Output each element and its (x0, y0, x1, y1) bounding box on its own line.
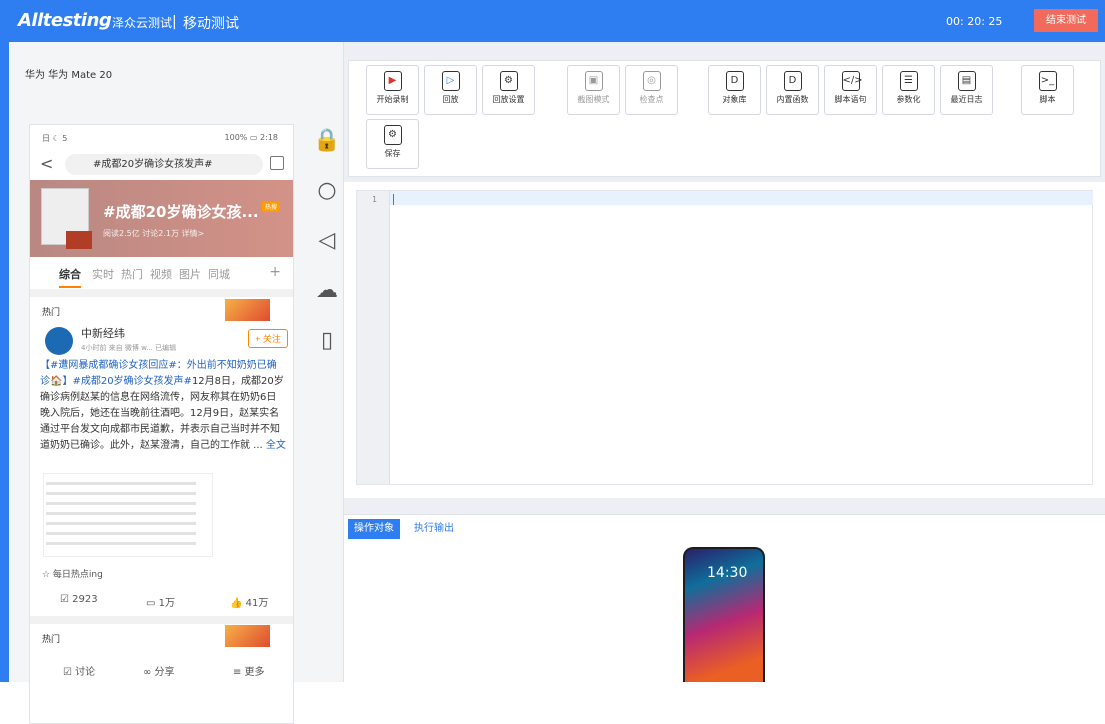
repost-count[interactable]: ☑ 2923 (60, 594, 98, 605)
left-accent-bar (0, 42, 9, 682)
checkpoint-button[interactable]: ◎ 检查点 (625, 65, 678, 115)
terminal-icon: >_ (1038, 71, 1057, 91)
param-icon: ☰ (899, 71, 918, 91)
banner-stats: 阅读2.5亿 讨论2.1万 详情> (103, 229, 205, 238)
post-meta: 4小时前 来自 微博 w... 已编辑 (81, 344, 177, 352)
start-record-button[interactable]: ▶ 开始录制 (366, 65, 419, 115)
parameterize-button[interactable]: ☰ 参数化 (882, 65, 935, 115)
line-number: 1 (372, 195, 378, 204)
follow-button[interactable]: + 关注 (248, 329, 288, 348)
lock-icon[interactable]: 🔒 (309, 122, 345, 158)
object-library-button[interactable]: D 对象库 (708, 65, 761, 115)
tab-1[interactable]: 实时 (92, 266, 114, 282)
panel-separator[interactable] (344, 498, 1105, 514)
object-icon: D (725, 71, 744, 91)
post-text: 【#遭网暴成都确诊女孩回应#：外出前不知奶奶已确诊🏠】#成都20岁确诊女孩发声#… (40, 360, 286, 451)
back-nav-icon[interactable]: ◁ (309, 222, 345, 258)
checkpoint-icon: ◎ (642, 71, 661, 91)
add-tab-icon[interactable]: + (269, 264, 281, 280)
screenshot-mode-button[interactable]: ▣ 截图模式 (567, 65, 620, 115)
current-line-highlight (390, 191, 1093, 205)
post-more-link[interactable]: 全文 (266, 440, 286, 451)
like-count[interactable]: 👍 41万 (230, 594, 268, 609)
status-left: 日 ☾ 5 (42, 134, 68, 143)
bottom-bar: ☑ 讨论 ∞ 分享 ≡ 更多 (30, 655, 293, 685)
log-icon: ▤ (957, 71, 976, 91)
feed-tabs: 综合 实时 热门 视频 图片 同城 + (30, 259, 293, 289)
brand-logo: Alltesting (18, 10, 112, 31)
script-statement-button[interactable]: </> 脚本语句 (824, 65, 877, 115)
code-icon: </> (841, 71, 863, 91)
decoration-image (225, 299, 270, 321)
text-cursor (393, 194, 394, 205)
edit-icon[interactable] (270, 156, 284, 170)
post-author[interactable]: 中新经纬 (81, 325, 125, 341)
section-divider (30, 289, 293, 297)
section-hot-label: 热门 (42, 308, 61, 318)
section-hot-label-2: 热门 (42, 635, 61, 645)
decoration-image (225, 625, 270, 647)
tab-operation-objects[interactable]: 操作对象 (348, 519, 400, 539)
brand-chinese: 泽众云测试 (112, 16, 173, 30)
record-icon: ▶ (383, 71, 402, 91)
end-test-button[interactable]: 结束测试 (1034, 9, 1098, 32)
test-timer: 00: 20: 25 (946, 15, 1003, 28)
module-title: 移动测试 (183, 16, 239, 32)
upload-icon[interactable]: ☁ (309, 272, 345, 308)
more-button[interactable]: ≡ 更多 (233, 663, 265, 678)
banner-title: #成都20岁确诊女孩... (103, 203, 259, 221)
tab-execution-output[interactable]: 执行输出 (408, 519, 460, 539)
daily-hot-label[interactable]: ☆ 每日热点ing (42, 567, 103, 580)
function-icon: D (783, 71, 802, 91)
settings-icon: ⚙ (499, 71, 518, 91)
save-icon: ⚙ (383, 125, 402, 145)
section-divider (30, 616, 293, 624)
device-controls: 🔒 ○ ◁ ☁ ▯ (309, 122, 345, 372)
search-input[interactable]: #成都20岁确诊女孩发声# (65, 154, 263, 175)
replay-settings-button[interactable]: ⚙ 回放设置 (482, 65, 535, 115)
recent-logs-button[interactable]: ▤ 最近日志 (940, 65, 993, 115)
tab-4[interactable]: 图片 (179, 266, 201, 282)
phone-screen[interactable]: 日 ☾ 5 100% ▭ 2:18 < #成都20岁确诊女孩发声# #成都20岁… (29, 124, 294, 724)
script-button[interactable]: >_ 脚本 (1021, 65, 1074, 115)
replay-button[interactable]: ▷ 回放 (424, 65, 477, 115)
tab-5[interactable]: 同城 (208, 266, 230, 282)
app-header: Alltesting 泽众云测试 | 移动测试 00: 20: 25 结束测试 (0, 0, 1105, 42)
home-icon[interactable]: ○ (309, 172, 345, 208)
banner-thumbnail (41, 188, 92, 249)
avatar[interactable] (45, 327, 73, 355)
tab-0[interactable]: 综合 (59, 266, 81, 288)
comment-count[interactable]: ▭ 1万 (146, 594, 175, 609)
device-name: 华为 华为 Mate 20 (25, 70, 113, 81)
hot-badge: 热搜 (262, 202, 280, 212)
phone-status-bar: 日 ☾ 5 100% ▭ 2:18 (30, 125, 293, 149)
save-button[interactable]: ⚙ 保存 (366, 119, 419, 169)
topic-banner[interactable]: #成都20岁确诊女孩... 热搜 阅读2.5亿 讨论2.1万 详情> (30, 180, 293, 257)
search-row: < #成都20岁确诊女孩发声# (30, 149, 293, 178)
device-panel: 华为 华为 Mate 20 日 ☾ 5 100% ▭ 2:18 < #成都20岁… (9, 42, 345, 724)
tab-3[interactable]: 视频 (150, 266, 172, 282)
screen-off-icon[interactable]: ▯ (309, 322, 345, 358)
tab-2[interactable]: 热门 (121, 266, 143, 282)
post-actions: ☑ 2923 ▭ 1万 👍 41万 (30, 588, 293, 614)
image-icon: ▣ (584, 71, 603, 91)
post-image[interactable] (43, 473, 213, 557)
script-editor[interactable]: 1 (356, 190, 1093, 485)
script-toolbar: ▶ 开始录制 ▷ 回放 ⚙ 回放设置 ▣ 截图模式 ◎ 检查点 D 对象库 D 内置函数 </… (348, 60, 1101, 177)
builtin-functions-button[interactable]: D 内置函数 (766, 65, 819, 115)
status-right: 100% ▭ 2:18 (224, 133, 278, 142)
editor-gutter: 1 (357, 191, 390, 484)
play-icon: ▷ (441, 71, 460, 91)
device-preview[interactable]: 14:30 (683, 547, 765, 682)
back-icon[interactable]: < (40, 154, 53, 173)
share-button[interactable]: ∞ 分享 (143, 663, 175, 678)
header-separator: | (172, 14, 177, 30)
preview-time: 14:30 (707, 565, 748, 581)
discuss-button[interactable]: ☑ 讨论 (63, 663, 95, 678)
